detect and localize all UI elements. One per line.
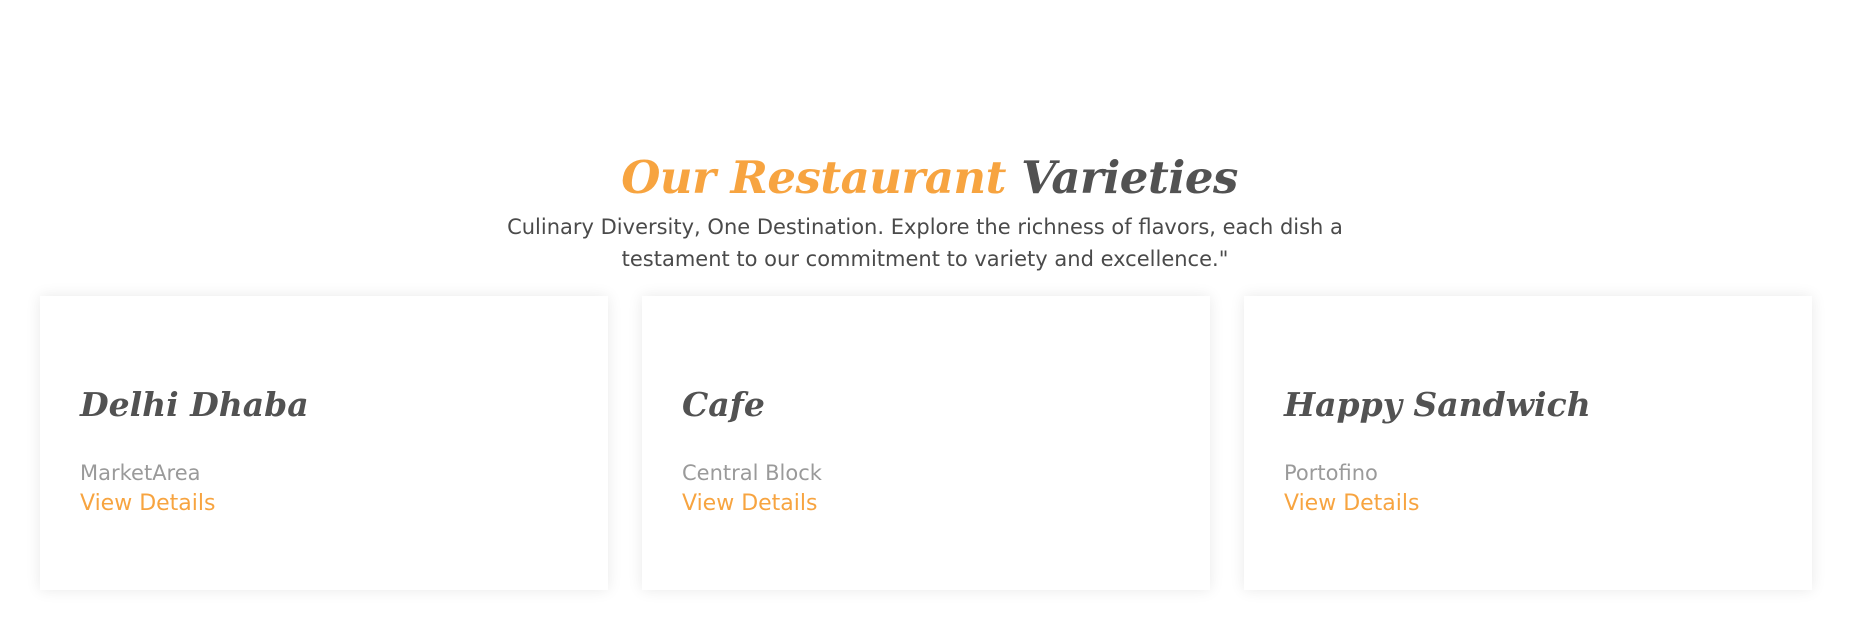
section-subtitle: Culinary Diversity, One Destination. Exp… — [507, 215, 1343, 271]
restaurant-varieties-section: Our Restaurant Varieties Culinary Divers… — [0, 0, 1859, 624]
restaurant-location: Portofino — [1284, 461, 1378, 485]
restaurant-location: MarketArea — [80, 461, 201, 485]
view-details-link[interactable]: View Details — [682, 489, 817, 519]
view-details-link[interactable]: View Details — [1284, 489, 1419, 519]
view-details-link[interactable]: View Details — [80, 489, 215, 519]
restaurant-location: Central Block — [682, 461, 822, 485]
restaurant-name: Happy Sandwich — [1284, 385, 1591, 424]
section-title-accent: Our Restaurant — [621, 151, 1006, 205]
section-title-rest: Varieties — [1021, 151, 1238, 205]
restaurant-name: Cafe — [682, 385, 765, 424]
restaurant-card: Happy Sandwich Portofino View Details — [1244, 296, 1812, 590]
restaurant-card: Cafe Central Block View Details — [642, 296, 1210, 590]
section-title: Our Restaurant Varieties — [0, 147, 1859, 209]
restaurant-card: Delhi Dhaba MarketArea View Details — [40, 296, 608, 590]
restaurant-name: Delhi Dhaba — [80, 385, 309, 424]
